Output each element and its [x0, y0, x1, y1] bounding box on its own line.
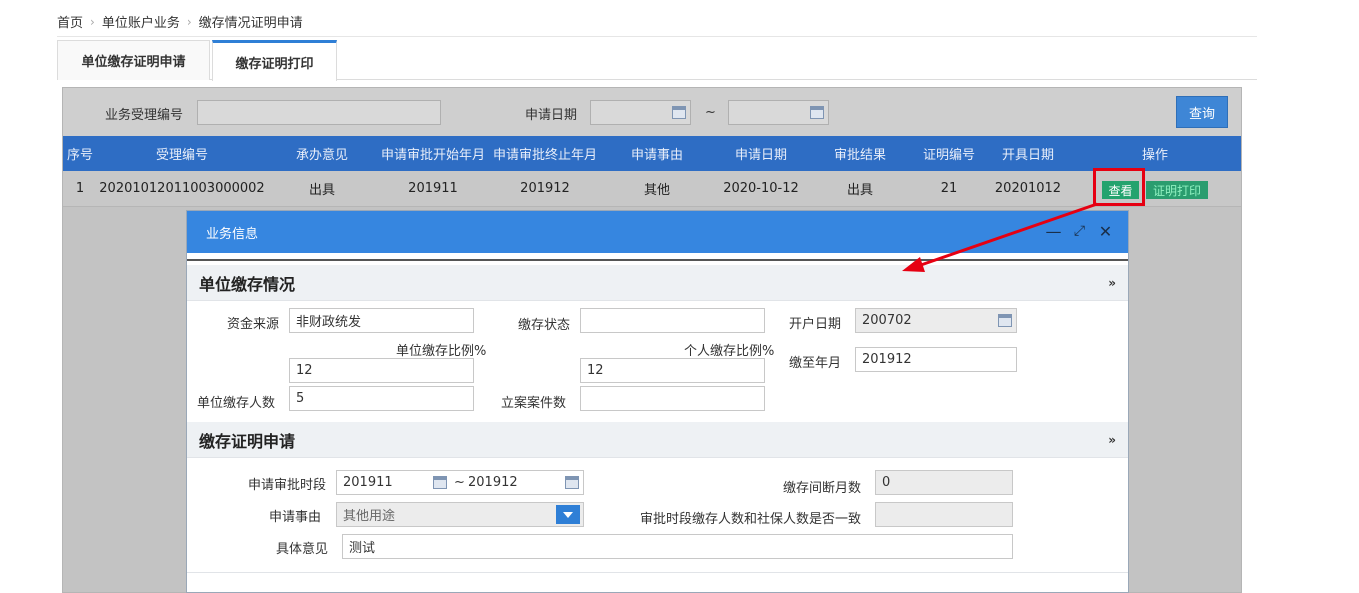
open-date-field[interactable]: 200702	[855, 308, 1017, 333]
date-from-input[interactable]	[590, 100, 691, 125]
dropdown-arrow-icon[interactable]	[556, 505, 580, 524]
column-header: 申请审批开始年月	[380, 148, 485, 163]
print-certificate-button[interactable]: 证明打印	[1146, 181, 1208, 199]
table-header: 序号 受理编号 承办意见 申请审批开始年月 申请审批终止年月 申请事由 申请日期…	[63, 136, 1241, 171]
paid-until-field[interactable]: 201912	[855, 347, 1017, 372]
personal-ratio-field[interactable]: 12	[580, 358, 765, 383]
close-icon[interactable]: ✕	[1097, 223, 1114, 240]
business-no-label: 业务受理编号	[105, 108, 184, 123]
unit-count-field[interactable]: 5	[289, 386, 474, 411]
period-label: 申请审批时段	[248, 478, 327, 493]
calendar-icon[interactable]	[998, 314, 1012, 327]
breadcrumb-home[interactable]: 首页	[57, 12, 83, 31]
period-from-value: 201911	[343, 475, 393, 490]
business-info-dialog: 业务信息 — ⤢ ✕ 单位缴存情况 » 资金来源 非财政统发 缴存状态 开户日期…	[186, 210, 1129, 593]
breadcrumb-separator-icon: ›	[186, 14, 192, 29]
paid-until-label: 缴至年月	[789, 356, 842, 371]
tab-certificate-print[interactable]: 缴存证明打印	[212, 40, 337, 81]
section-title: 缴存证明申请	[199, 431, 296, 451]
case-count-label: 立案案件数	[501, 396, 567, 411]
column-header: 操作	[1141, 148, 1168, 163]
reason-select[interactable]: 其他用途	[336, 502, 584, 527]
reason-value: 其他用途	[343, 509, 396, 524]
period-to-value: 201912	[468, 475, 518, 490]
table-cell: 1	[75, 181, 85, 196]
reason-label: 申请事由	[269, 510, 322, 525]
breadcrumb-divider	[57, 36, 1257, 37]
highlight-box	[1093, 168, 1145, 206]
apply-date-label: 申请日期	[525, 108, 578, 123]
breadcrumb-current: 缴存情况证明申请	[198, 16, 303, 31]
column-header: 序号	[66, 148, 93, 163]
column-header: 证明编号	[922, 148, 975, 163]
dialog-controls: — ⤢ ✕	[1045, 223, 1114, 240]
calendar-icon[interactable]	[433, 476, 447, 489]
calendar-icon[interactable]	[565, 476, 579, 489]
date-to-input[interactable]	[728, 100, 829, 125]
column-header: 申请日期	[734, 148, 787, 163]
section-unit-deposit[interactable]: 单位缴存情况 »	[187, 265, 1128, 301]
table-cell: 201912	[520, 181, 570, 196]
dialog-divider	[187, 259, 1128, 261]
calendar-icon[interactable]	[672, 106, 686, 119]
fund-source-label: 资金来源	[227, 317, 280, 332]
open-date-label: 开户日期	[789, 317, 842, 332]
table-cell: 出具	[846, 183, 873, 198]
column-header: 受理编号	[155, 148, 208, 163]
consistency-label: 审批时段缴存人数和社保人数是否一致	[640, 512, 862, 527]
dialog-header: 业务信息 — ⤢ ✕	[187, 211, 1128, 253]
dialog-footer-divider	[187, 572, 1128, 573]
dialog-title: 业务信息	[206, 226, 259, 242]
breadcrumb: 首页 › 单位账户业务 › 缴存情况证明申请	[57, 12, 303, 32]
table-cell: 21	[940, 181, 958, 196]
column-header: 申请事由	[630, 148, 683, 163]
personal-ratio-label: 个人缴存比例%	[684, 344, 775, 359]
calendar-icon[interactable]	[810, 106, 824, 119]
deposit-status-field[interactable]	[580, 308, 765, 333]
column-header: 申请审批终止年月	[492, 148, 597, 163]
gap-months-field[interactable]: 0	[875, 470, 1013, 495]
section-certificate-apply[interactable]: 缴存证明申请 »	[187, 422, 1128, 458]
column-header: 承办意见	[295, 148, 348, 163]
minimize-icon[interactable]: —	[1045, 223, 1062, 240]
column-header: 审批结果	[833, 148, 886, 163]
gap-months-label: 缴存间断月数	[783, 481, 862, 496]
tab-unit-certificate-apply[interactable]: 单位缴存证明申请	[57, 40, 210, 80]
maximize-icon[interactable]: ⤢	[1071, 223, 1088, 240]
table-cell: 2020-10-12	[723, 181, 799, 196]
business-no-input[interactable]	[197, 100, 441, 125]
tab-bar: 单位缴存证明申请 缴存证明打印	[57, 40, 1257, 81]
unit-ratio-label: 单位缴存比例%	[396, 344, 487, 359]
consistency-field[interactable]	[875, 502, 1013, 527]
table-row: 1 20201012011003000002 出具 201911 201912 …	[63, 171, 1241, 207]
deposit-status-label: 缴存状态	[518, 318, 571, 333]
date-range-separator: ~	[705, 105, 716, 120]
chevron-down-icon[interactable]: »	[1108, 276, 1116, 290]
query-button[interactable]: 查询	[1176, 96, 1228, 128]
breadcrumb-unit-account[interactable]: 单位账户业务	[102, 12, 180, 31]
search-bar: 业务受理编号 申请日期 ~ 查询	[63, 88, 1241, 136]
unit-ratio-field[interactable]: 12	[289, 358, 474, 383]
case-count-field[interactable]	[580, 386, 765, 411]
table-cell: 20201012	[994, 181, 1062, 196]
open-date-value: 200702	[862, 313, 912, 328]
period-separator: ~	[454, 475, 465, 490]
column-header: 开具日期	[1001, 148, 1054, 163]
table-cell: 其他	[643, 183, 670, 198]
section-title: 单位缴存情况	[199, 274, 296, 294]
opinion-label: 具体意见	[276, 542, 329, 557]
table-cell: 20201012011003000002	[99, 181, 265, 196]
chevron-down-icon[interactable]: »	[1108, 433, 1116, 447]
period-range-field[interactable]: 201911 ~ 201912	[336, 470, 584, 495]
fund-source-field[interactable]: 非财政统发	[289, 308, 474, 333]
table-cell: 201911	[408, 181, 458, 196]
unit-count-label: 单位缴存人数	[197, 396, 276, 411]
breadcrumb-separator-icon: ›	[90, 14, 95, 29]
table-cell: 出具	[308, 183, 335, 198]
opinion-field[interactable]: 测试	[342, 534, 1013, 559]
